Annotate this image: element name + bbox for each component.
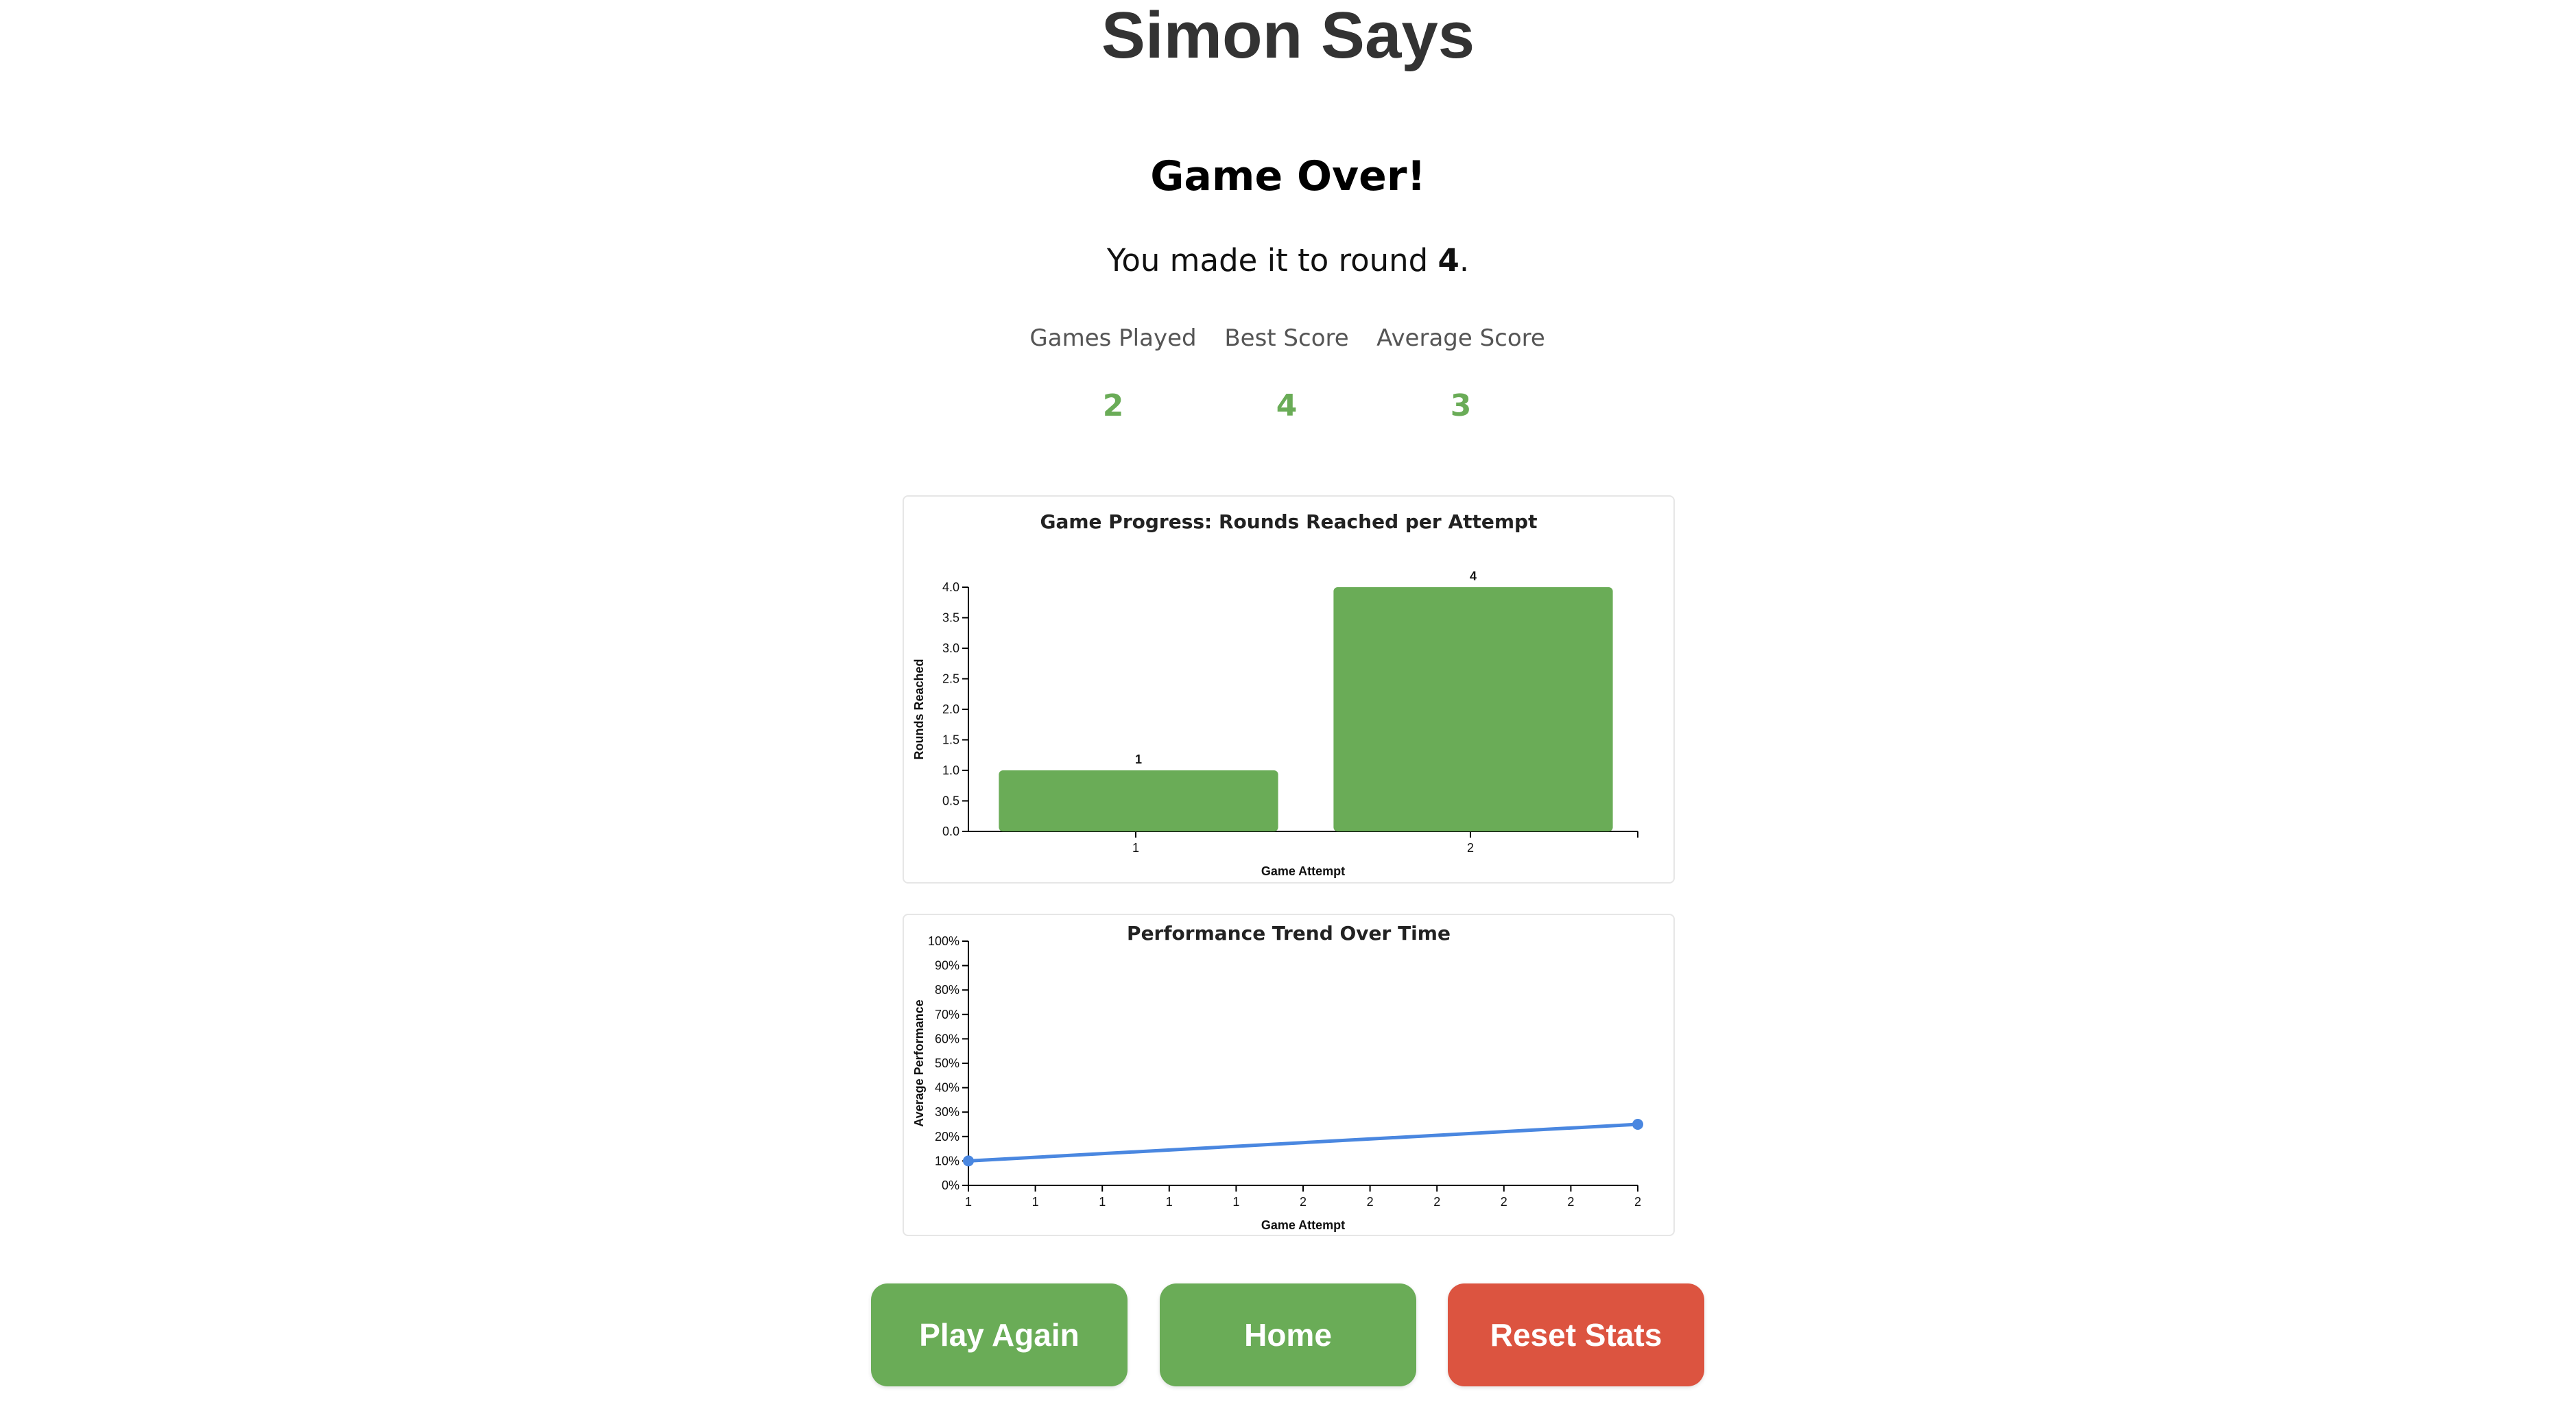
y-axis-label: Average Performance — [912, 999, 926, 1126]
chart-title: Game Progress: Rounds Reached per Attemp… — [1040, 510, 1538, 533]
data-point — [1632, 1119, 1643, 1130]
y-axis-label: Rounds Reached — [912, 659, 926, 759]
chart-title: Performance Trend Over Time — [1127, 922, 1451, 945]
bar-chart-card: Game Progress: Rounds Reached per Attemp… — [903, 495, 1675, 884]
y-tick-label: 40% — [935, 1081, 959, 1095]
y-tick-label: 1.0 — [942, 763, 959, 777]
play-again-button[interactable]: Play Again — [871, 1283, 1128, 1386]
y-tick-label: 10% — [935, 1154, 959, 1168]
game-over-title: Game Over! — [1150, 152, 1426, 200]
y-tick-label: 1.5 — [942, 733, 959, 747]
y-tick-label: 60% — [935, 1032, 959, 1045]
x-axis-label: Game Attempt — [1261, 1218, 1345, 1232]
x-tick-label: 2 — [1367, 1195, 1374, 1209]
bar — [999, 770, 1278, 831]
x-axis-label: Game Attempt — [1261, 864, 1345, 878]
stat-value: 3 — [1450, 388, 1472, 423]
y-tick-label: 90% — [935, 959, 959, 973]
y-tick-label: 70% — [935, 1008, 959, 1021]
y-tick-label: 80% — [935, 983, 959, 997]
y-tick-label: 2.5 — [942, 672, 959, 686]
result-prefix: You made it to round — [1106, 242, 1429, 279]
y-tick-label: 3.5 — [942, 611, 959, 625]
result-line: You made it to round 4. — [0, 240, 2576, 281]
line-chart: Performance Trend Over Time 0% 10% 20% 30% 40… — [912, 922, 1643, 1232]
y-tick-label: 30% — [935, 1105, 959, 1119]
x-tick-label: 2 — [1567, 1195, 1574, 1209]
x-tick-label: 1 — [1132, 841, 1139, 855]
y-tick-label: 0% — [942, 1179, 959, 1192]
x-tick-label: 2 — [1467, 841, 1474, 855]
trend-line — [968, 1122, 1638, 1163]
line-chart-card: Performance Trend Over Time 0% 10% 20% 30% 40… — [903, 914, 1675, 1236]
y-tick-label: 3.0 — [942, 641, 959, 655]
x-tick-label: 1 — [965, 1195, 972, 1209]
y-tick-label: 2.0 — [942, 702, 959, 716]
y-tick-label: 50% — [935, 1056, 959, 1070]
bar-chart: Game Progress: Rounds Reached per Attemp… — [912, 510, 1638, 878]
round-reached: 4 — [1438, 242, 1459, 279]
bar-value-label: 4 — [1470, 569, 1477, 583]
x-tick-label: 1 — [1232, 1195, 1239, 1209]
y-tick-label: 20% — [935, 1130, 959, 1144]
result-suffix: . — [1459, 242, 1470, 279]
x-tick-label: 1 — [1032, 1195, 1039, 1209]
x-tick-label: 2 — [1501, 1195, 1507, 1209]
reset-stats-button[interactable]: Reset Stats — [1448, 1283, 1704, 1386]
stat-label: Average Score — [1376, 324, 1545, 352]
x-tick-label: 1 — [1166, 1195, 1173, 1209]
x-tick-label: 2 — [1433, 1195, 1440, 1209]
x-tick-label: 2 — [1634, 1195, 1641, 1209]
stat-average-score: Average Score 3 — [1358, 322, 1564, 425]
app-title: Simon Says — [1101, 0, 1475, 72]
x-tick-label: 2 — [1300, 1195, 1307, 1209]
y-tick-label: 0.0 — [942, 825, 959, 838]
y-tick-label: 100% — [928, 934, 959, 948]
home-button[interactable]: Home — [1160, 1283, 1416, 1386]
y-tick-label: 4.0 — [942, 580, 959, 594]
x-tick-label: 1 — [1099, 1195, 1106, 1209]
bar — [1333, 587, 1613, 831]
y-tick-label: 0.5 — [942, 794, 959, 808]
bar-value-label: 1 — [1135, 753, 1142, 766]
data-point — [963, 1155, 974, 1167]
